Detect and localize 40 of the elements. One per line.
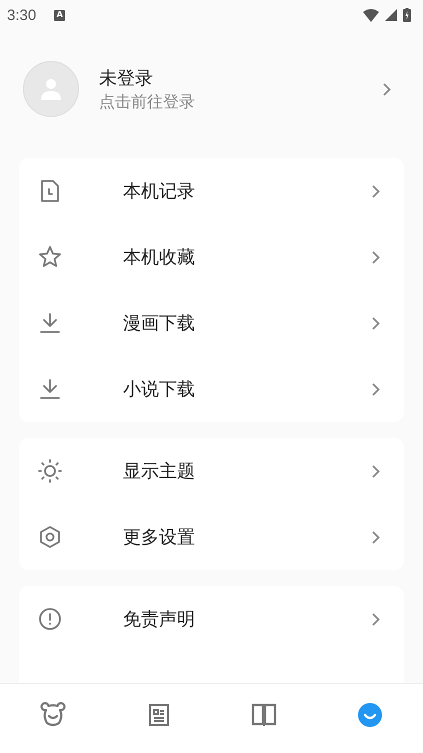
chevron-right-icon [372, 316, 380, 330]
menu-item[interactable]: 漫画下载 [19, 290, 404, 356]
bear-icon[interactable] [40, 702, 66, 728]
profile-row[interactable]: 未登录 点击前往登录 [19, 61, 404, 117]
chevron-right-icon [372, 382, 380, 396]
menu-label: 免责声明 [123, 608, 196, 631]
menu-item[interactable]: 显示主题 [19, 438, 404, 504]
chevron-right-icon [372, 612, 380, 626]
wifi-icon [363, 8, 379, 22]
chevron-right-icon [372, 464, 380, 478]
menu-label: 漫画下载 [123, 312, 196, 335]
notification-icon: A [54, 10, 66, 20]
menu-label: 小说下载 [123, 378, 196, 401]
smile-icon[interactable] [357, 702, 384, 728]
chevron-right-icon [383, 82, 391, 96]
menu-item[interactable]: 本机记录 [19, 158, 404, 224]
user-name: 未登录 [99, 66, 154, 90]
hexagon-icon [38, 525, 62, 549]
star-icon [38, 245, 62, 269]
battery-icon [403, 8, 411, 22]
download-icon [38, 311, 62, 335]
chevron-right-icon [372, 250, 380, 264]
signal-icon [385, 9, 397, 21]
menu-label: 显示主题 [123, 460, 196, 483]
menu-label: 本机记录 [123, 180, 196, 203]
sun-icon [38, 459, 62, 483]
book-icon[interactable] [251, 702, 278, 728]
menu-label: 本机收藏 [123, 246, 196, 269]
status-time: 3:30 [7, 6, 36, 24]
menu-item[interactable]: 免责声明 [19, 586, 404, 652]
download-icon [38, 377, 62, 401]
chevron-right-icon [372, 184, 380, 198]
chevron-right-icon [372, 530, 380, 544]
menu-item[interactable]: 更多设置 [19, 504, 404, 570]
menu-item[interactable]: 本机收藏 [19, 224, 404, 290]
exclamation-circle-icon [38, 607, 62, 631]
document-clock-icon [38, 179, 62, 203]
menu-label: 更多设置 [123, 526, 196, 549]
menu-item[interactable]: 小说下载 [19, 356, 404, 422]
login-hint: 点击前往登录 [99, 92, 196, 112]
